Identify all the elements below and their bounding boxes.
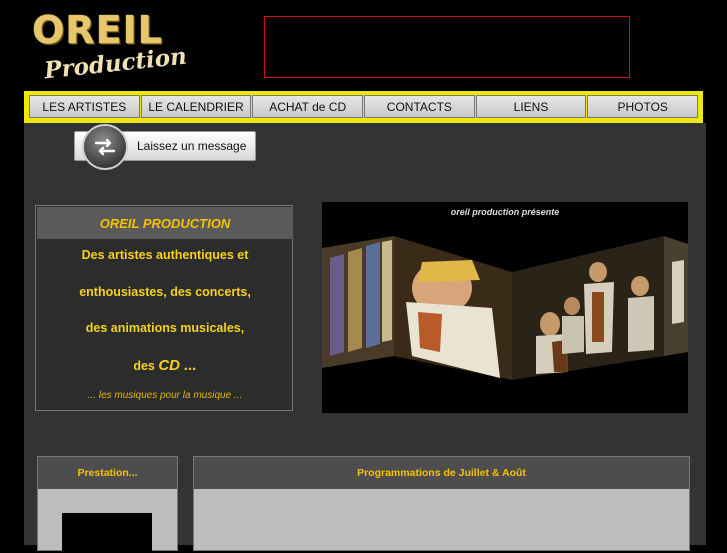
programmation-title: Programmations de Juillet & Août [194, 457, 689, 489]
nav-liens[interactable]: LIENS [475, 95, 587, 118]
programmation-box: Programmations de Juillet & Août [193, 456, 690, 551]
intro-line-2: enthousiastes, des concerts, [79, 285, 251, 299]
intro-line-1: Des artistes authentiques et [81, 248, 249, 262]
exchange-arrows-icon[interactable] [82, 124, 128, 170]
prestation-media[interactable] [62, 513, 152, 553]
prestation-box: Prestation... [37, 456, 178, 553]
intro-line-4: des CD ... [36, 357, 294, 374]
oreil-production-logo[interactable]: OREIL Production [30, 6, 190, 90]
slideshow-image [322, 236, 688, 380]
nav-photos[interactable]: PHOTOS [587, 95, 699, 118]
photo-slideshow[interactable]: oreil production présente [322, 202, 688, 413]
nav-le-calendrier[interactable]: LE CALENDRIER [140, 95, 252, 118]
nav-les-artistes[interactable]: LES ARTISTES [29, 95, 140, 118]
intro-tagline: ... les musiques pour la musique ... [87, 390, 243, 401]
main-navigation: LES ARTISTES LE CALENDRIER ACHAT de CD C… [24, 91, 703, 123]
programmation-body [194, 489, 689, 550]
intro-title: OREIL PRODUCTION [37, 207, 293, 239]
leave-message-label[interactable]: Laissez un message [137, 139, 246, 153]
intro-box: OREIL PRODUCTION Des artistes authentiqu… [35, 205, 293, 411]
nav-achat-de-cd[interactable]: ACHAT de CD [252, 95, 364, 118]
intro-line-3: des animations musicales, [85, 321, 245, 335]
prestation-body [38, 489, 177, 553]
nav-contacts[interactable]: CONTACTS [364, 95, 475, 118]
prestation-title: Prestation... [38, 457, 177, 489]
logo-main-text: OREIL [32, 8, 163, 52]
intro-line-4-cd: CD ... [158, 357, 197, 374]
header-banner [264, 16, 630, 78]
intro-line-4-prefix: des [133, 359, 155, 373]
